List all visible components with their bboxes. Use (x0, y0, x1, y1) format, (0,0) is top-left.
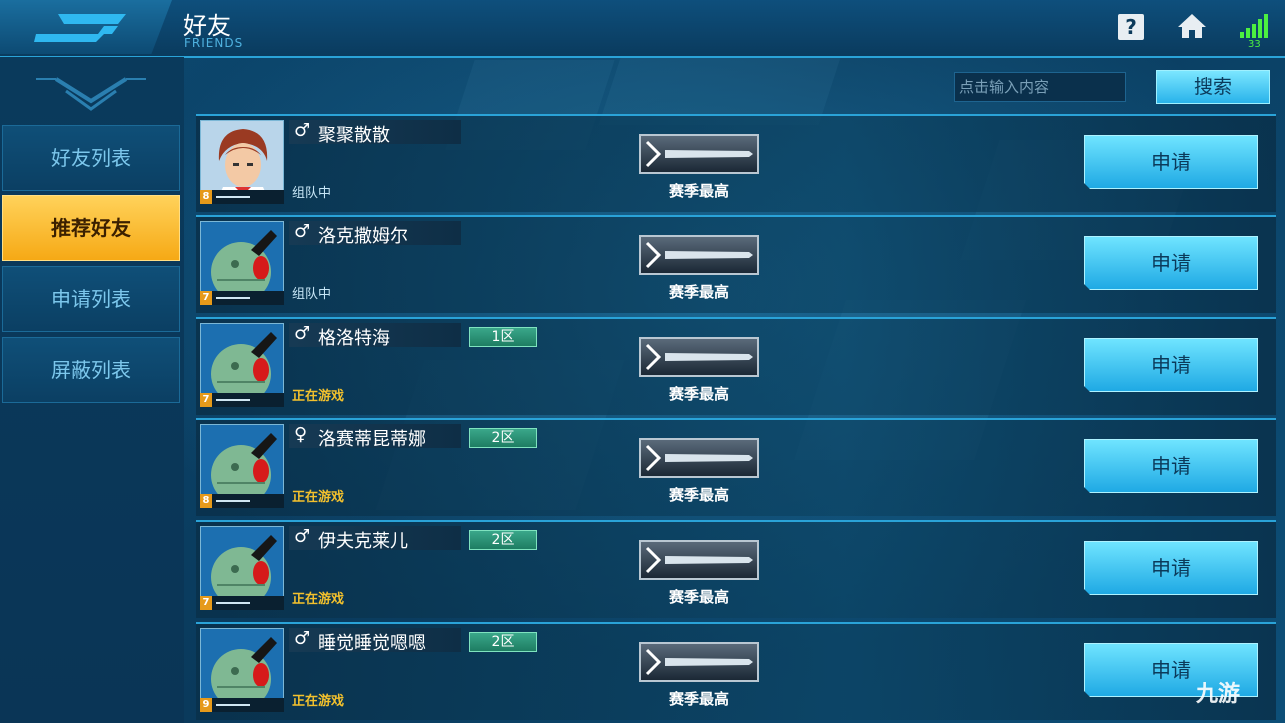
status-text: 正在游戏 (292, 592, 345, 607)
gender-icon: ♂ (294, 526, 311, 547)
level-badge: 7 (200, 596, 284, 610)
signal-icon (1240, 14, 1270, 42)
player-name: 睡觉睡觉嗯嗯 (318, 633, 426, 654)
level-bar (216, 602, 250, 604)
level-number: 9 (200, 698, 212, 712)
level-number: 8 (200, 494, 212, 508)
rank-label: 赛季最高 (668, 182, 729, 200)
page-subtitle: FRIENDS (184, 36, 244, 50)
rank-badge-icon (639, 134, 759, 174)
player-name: 洛赛蒂昆蒂娜 (318, 429, 426, 450)
ping-value: 33 (1248, 39, 1261, 50)
friend-row: 8 ♀ 洛赛蒂昆蒂娜 2区 正在游戏 赛季最高 申请 (196, 418, 1276, 516)
level-number: 7 (200, 596, 212, 610)
apply-button[interactable]: 申请 (1084, 135, 1258, 189)
level-badge: 7 (200, 291, 284, 305)
apply-button[interactable]: 申请 (1084, 439, 1258, 493)
search-button[interactable]: 搜索 (1156, 70, 1270, 104)
gender-icon: ♂ (294, 628, 311, 649)
back-button[interactable] (0, 0, 172, 54)
watermark-logo: 九游 (1196, 682, 1241, 707)
level-badge: 9 (200, 698, 284, 712)
player-name: 伊夫克莱儿 (318, 531, 408, 552)
rank-label: 赛季最高 (668, 588, 729, 606)
apply-button[interactable]: 申请 (1084, 236, 1258, 290)
rank-badge-icon (639, 642, 759, 682)
player-name: 聚聚散散 (318, 125, 390, 146)
level-bar (216, 297, 250, 299)
rank-label: 赛季最高 (668, 385, 729, 403)
status-text: 正在游戏 (292, 490, 345, 505)
server-badge: 2区 (469, 428, 537, 448)
friend-row: 7 ♂ 伊夫克莱儿 2区 正在游戏 赛季最高 申请 (196, 520, 1276, 618)
chevron-down-icon (36, 77, 146, 111)
rank-label: 赛季最高 (668, 690, 729, 708)
gender-icon: ♂ (294, 221, 311, 242)
level-number: 8 (200, 190, 212, 204)
status-text: 正在游戏 (292, 389, 345, 404)
player-name: 格洛特海 (318, 328, 390, 349)
top-bar: 好友 FRIENDS ? 33 (0, 0, 1285, 58)
level-bar (216, 196, 250, 198)
rank-label: 赛季最高 (668, 486, 729, 504)
level-badge: 7 (200, 393, 284, 407)
search-input[interactable] (954, 72, 1126, 102)
server-badge: 2区 (469, 632, 537, 652)
level-bar (216, 500, 250, 502)
level-number: 7 (200, 291, 212, 305)
rank-badge-icon (639, 540, 759, 580)
rank-badge-icon (639, 438, 759, 478)
back-arrow-icon (34, 14, 126, 42)
sidebar-item-recommended[interactable]: 推荐好友 (2, 195, 180, 261)
help-icon[interactable]: ? (1118, 14, 1144, 40)
status-text: 组队中 (292, 287, 332, 302)
level-badge: 8 (200, 190, 284, 204)
server-badge: 2区 (469, 530, 537, 550)
level-bar (216, 399, 250, 401)
apply-button[interactable]: 申请 (1084, 338, 1258, 392)
rank-badge-icon (639, 235, 759, 275)
level-number: 7 (200, 393, 212, 407)
player-name: 洛克撒姆尔 (318, 226, 408, 247)
gender-icon: ♂ (294, 323, 311, 344)
friend-row: 7 ♂ 洛克撒姆尔 组队中 赛季最高 申请 (196, 215, 1276, 313)
gender-icon: ♂ (294, 120, 311, 141)
server-badge: 1区 (469, 327, 537, 347)
friend-row: 8 ♂ 聚聚散散 组队中 赛季最高 申请 (196, 114, 1276, 212)
sidebar-item-requests[interactable]: 申请列表 (2, 266, 180, 332)
rank-label: 赛季最高 (668, 283, 729, 301)
sidebar-item-friends-list[interactable]: 好友列表 (2, 125, 180, 191)
friend-row: 7 ♂ 格洛特海 1区 正在游戏 赛季最高 申请 (196, 317, 1276, 415)
status-text: 组队中 (292, 186, 332, 201)
home-icon[interactable] (1176, 12, 1208, 44)
status-text: 正在游戏 (292, 694, 345, 709)
sidebar-item-blocked[interactable]: 屏蔽列表 (2, 337, 180, 403)
level-badge: 8 (200, 494, 284, 508)
apply-button[interactable]: 申请 (1084, 541, 1258, 595)
level-bar (216, 704, 250, 706)
gender-icon: ♀ (294, 424, 308, 445)
rank-badge-icon (639, 337, 759, 377)
friend-row: 9 ♂ 睡觉睡觉嗯嗯 2区 正在游戏 赛季最高 申请 (196, 622, 1276, 720)
